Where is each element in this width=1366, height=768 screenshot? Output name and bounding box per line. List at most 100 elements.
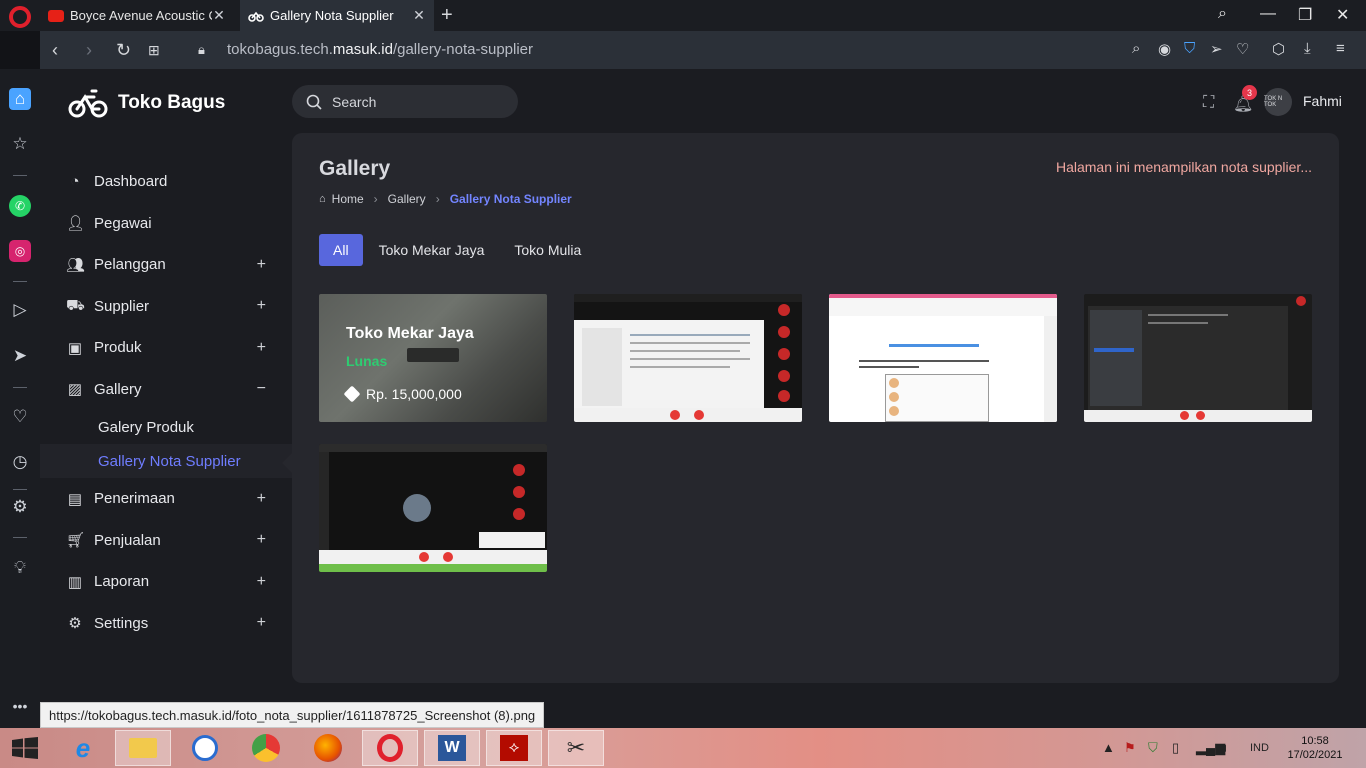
back-icon[interactable]: ‹ [52, 40, 58, 61]
expand-plus-icon[interactable]: + [257, 297, 266, 315]
sidebar-item-gallery[interactable]: ▨ Gallery − [40, 369, 292, 411]
player-icon[interactable]: ▷ [9, 299, 31, 321]
file-explorer-icon[interactable] [115, 730, 171, 766]
network-icon[interactable]: ▂▄▆ [1196, 740, 1225, 756]
close-tab-icon[interactable]: ✕ [212, 7, 226, 24]
security-shield-icon[interactable]: ⛉ [1148, 740, 1158, 756]
extensions-icon[interactable]: ⬡ [1272, 40, 1285, 58]
windows-taskbar: e W ⟡ ✂ ▲ ⚑ ⛉ ▯ ▂▄▆ 🔈︎ IND 10:58 17/02/2… [0, 728, 1366, 768]
user-check-icon: 👤︎ [66, 215, 86, 233]
sidebar-item-dashboard[interactable]: ◔ Dashboard [40, 161, 292, 203]
reload-icon[interactable]: ↻ [116, 40, 131, 61]
user-name[interactable]: Fahmi [1303, 93, 1342, 109]
filter-toko-mekar-jaya-button[interactable]: Toko Mekar Jaya [365, 234, 499, 266]
filter-toko-mulia-button[interactable]: Toko Mulia [500, 234, 595, 266]
opera-logo-icon[interactable] [9, 6, 31, 28]
snapshot-icon[interactable]: ◉ [1158, 40, 1171, 58]
settings-gear-icon[interactable]: ⚙ [9, 496, 31, 518]
sidebar-item-penjualan[interactable]: 🛒︎ Penjualan + [40, 520, 292, 562]
expand-plus-icon[interactable]: + [257, 490, 266, 508]
internet-explorer-icon[interactable]: e [55, 730, 111, 766]
volume-icon[interactable]: 🔈︎ [1222, 740, 1230, 756]
sidebar-subitem-galery-produk[interactable]: Galery Produk [40, 410, 292, 444]
whatsapp-icon[interactable]: ✆ [9, 195, 31, 217]
expand-plus-icon[interactable]: + [257, 531, 266, 549]
restore-icon[interactable]: ❐ [1298, 5, 1312, 25]
word-icon[interactable]: W [424, 730, 480, 766]
browser-tab-1[interactable]: Boyce Avenue Acoustic Co ✕ [40, 0, 234, 31]
instagram-icon[interactable]: ◎ [9, 240, 31, 262]
fullscreen-icon[interactable]: ⛶ [1203, 94, 1214, 112]
history-clock-icon[interactable]: ◷ [9, 451, 31, 473]
gallery-item[interactable]: Toko Mekar Jaya Lunas Rp. 15,000,000 [319, 294, 547, 422]
divider [13, 537, 27, 538]
vpn-shield-icon[interactable]: ⛉ [1184, 40, 1195, 57]
firefox-icon[interactable] [300, 730, 356, 766]
sidebar-item-label: Laporan [94, 573, 150, 591]
home-icon[interactable]: ⌂ [9, 88, 31, 110]
search-page-icon[interactable]: ⌕ [1132, 40, 1140, 57]
browser-tab-2[interactable]: Gallery Nota Supplier ✕ [240, 0, 434, 31]
minimize-icon[interactable]: — [1260, 5, 1276, 23]
cart-icon: 🛒︎ [66, 532, 86, 550]
send-icon[interactable]: ➢ [1210, 40, 1223, 58]
filter-all-button[interactable]: All [319, 234, 363, 266]
cog-icon: ⚙ [68, 615, 82, 633]
sidebar-item-supplier[interactable]: ⛟ Supplier + [40, 286, 292, 328]
forward-icon[interactable]: › [86, 40, 92, 61]
system-clock[interactable]: 10:58 17/02/2021 [1284, 734, 1346, 762]
expand-plus-icon[interactable]: + [257, 339, 266, 357]
url-field[interactable]: tokobagus.tech.masuk.id/gallery-nota-sup… [227, 41, 533, 58]
brand[interactable]: Toko Bagus [68, 87, 225, 119]
close-tab-icon[interactable]: ✕ [412, 7, 426, 24]
sidebar-item-settings[interactable]: ⚙ Settings + [40, 603, 292, 645]
tray-expand-icon[interactable]: ▲ [1102, 740, 1115, 755]
download-icon[interactable]: ⤓ [1304, 40, 1311, 57]
gallery-item[interactable] [574, 294, 802, 422]
divider [13, 387, 27, 388]
breadcrumb-gallery[interactable]: Gallery [388, 192, 426, 206]
acrobat-icon[interactable]: ⟡ [486, 730, 542, 766]
close-window-icon[interactable]: ✕ [1336, 5, 1349, 25]
chrome-icon[interactable] [238, 730, 294, 766]
flow-icon[interactable]: ➤ [9, 345, 31, 367]
gallery-item[interactable] [829, 294, 1057, 422]
windows-start-icon[interactable] [12, 737, 38, 759]
sidebar-item-pelanggan[interactable]: 👥︎ Pelanggan + [40, 244, 292, 286]
battery-icon[interactable]: ▯ [1172, 740, 1179, 756]
bookmark-star-icon[interactable]: ☆ [9, 133, 31, 155]
avatar[interactable]: TOK N TOK [1264, 88, 1292, 116]
flag-icon[interactable]: ⚑ [1124, 740, 1136, 756]
language-indicator[interactable]: IND [1250, 742, 1269, 754]
app-launcher-icon[interactable] [177, 730, 233, 766]
nota-image [1084, 294, 1312, 422]
expand-plus-icon[interactable]: + [257, 614, 266, 632]
expand-plus-icon[interactable]: + [257, 573, 266, 591]
search-input[interactable]: Search [292, 85, 518, 118]
gallery-item[interactable] [319, 444, 547, 572]
expand-plus-icon[interactable]: + [257, 256, 266, 274]
sidebar-item-label: Supplier [94, 297, 150, 315]
sidebar-item-produk[interactable]: ▣ Produk + [40, 327, 292, 369]
sidebar-item-penerimaan[interactable]: ▤ Penerimaan + [40, 478, 292, 520]
favorites-heart-icon[interactable]: ♡ [9, 406, 31, 428]
gallery-item[interactable] [1084, 294, 1312, 422]
tab-search-icon[interactable]: ⌕ [1218, 5, 1227, 23]
breadcrumb-home[interactable]: Home [332, 192, 364, 206]
new-tab-icon[interactable]: + [441, 4, 453, 27]
sidebar-item-label: Penjualan [94, 531, 161, 549]
snipping-tool-icon[interactable]: ✂ [548, 730, 604, 766]
sidebar-subitem-gallery-nota-supplier[interactable]: Gallery Nota Supplier [40, 444, 292, 478]
breadcrumb-current: Gallery Nota Supplier [449, 192, 572, 206]
sidebar-item-laporan[interactable]: ▥ Laporan + [40, 561, 292, 603]
collapse-minus-icon[interactable]: − [257, 380, 266, 398]
more-dots-icon[interactable]: ••• [9, 695, 31, 717]
lightbulb-icon[interactable]: 💡︎ [9, 557, 31, 579]
opera-taskbar-icon[interactable] [362, 730, 418, 766]
sidebar-item-pegawai[interactable]: 👤︎ Pegawai [40, 203, 292, 245]
speed-dial-icon[interactable]: ⊞ [148, 42, 160, 59]
menu-icon[interactable]: ≡ [1336, 40, 1345, 57]
lock-icon: 🔒︎ [198, 42, 205, 57]
price-tag-icon [343, 385, 361, 403]
heart-icon[interactable]: ♡ [1236, 40, 1249, 58]
